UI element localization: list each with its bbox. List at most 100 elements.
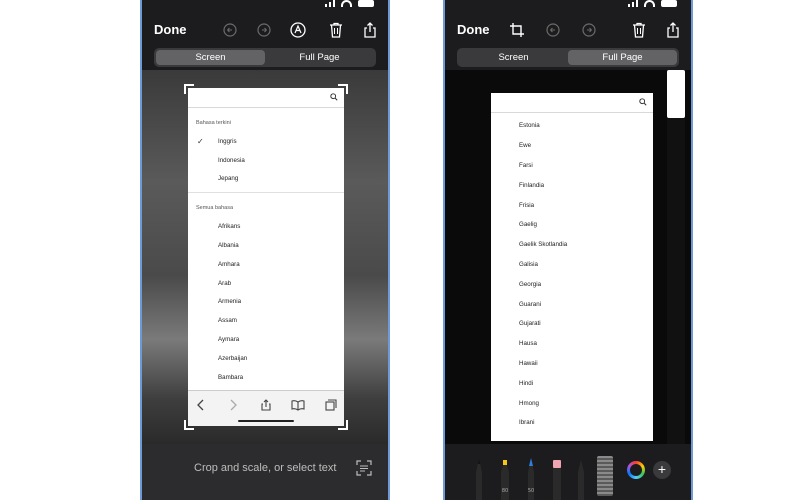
language-label: Indonesia	[218, 156, 245, 164]
wifi-icon	[341, 0, 352, 7]
ruler-tool-icon[interactable]	[597, 456, 613, 496]
all-languages-list: Afrikans Albania Amhara Arab Armenia Assam Aym…	[188, 217, 344, 386]
recent-language-item[interactable]: Indonesia	[188, 151, 344, 170]
crop-icon[interactable]	[507, 20, 527, 40]
language-search-bar[interactable]	[491, 93, 653, 113]
language-label: Jepang	[218, 175, 239, 183]
trash-icon[interactable]	[629, 20, 649, 40]
cellular-signal-icon	[325, 0, 335, 7]
segment-screen[interactable]: Screen	[156, 50, 265, 65]
undo-icon[interactable]	[543, 20, 563, 40]
done-button[interactable]: Done	[457, 22, 490, 37]
eraser-tool-icon[interactable]	[551, 456, 563, 500]
crop-handle-bottom-right[interactable]	[338, 420, 348, 430]
svg-text:80: 80	[502, 488, 508, 494]
bookmarks-icon	[291, 400, 305, 411]
language-search-bar[interactable]	[188, 88, 344, 108]
recent-language-item[interactable]: ✓ Inggris	[188, 132, 344, 151]
redo-icon[interactable]	[254, 20, 274, 40]
page-scroller[interactable]	[667, 70, 685, 444]
checkmark-icon: ✓	[197, 137, 204, 146]
crop-hint-text: Crop and scale, or select text	[194, 462, 337, 474]
status-bar	[628, 0, 677, 10]
right-screenshot-editor: Done Screen Full Page Estonia Ewe Farsi Fin…	[443, 0, 693, 500]
language-item[interactable]: Hausa	[491, 334, 653, 354]
segment-screen[interactable]: Screen	[459, 50, 568, 65]
language-item[interactable]: Afrikans	[188, 217, 344, 236]
language-item[interactable]: Armenia	[188, 293, 344, 312]
language-item[interactable]: Gaelik Skotlandia	[491, 235, 653, 255]
language-item[interactable]: Arab	[188, 274, 344, 293]
screenshot-canvas: Bahasa terkini ✓ Inggris Indonesia Jepang S…	[142, 70, 388, 444]
redo-icon[interactable]	[579, 20, 599, 40]
search-icon	[639, 98, 647, 106]
capture-mode-segmented-control: Screen Full Page	[154, 48, 376, 67]
wifi-icon	[644, 0, 655, 7]
language-item[interactable]: Amhara	[188, 255, 344, 274]
language-item[interactable]: Albania	[188, 236, 344, 255]
capture-mode-segmented-control: Screen Full Page	[457, 48, 679, 67]
live-text-icon[interactable]	[356, 460, 372, 476]
language-item[interactable]: Hmong	[491, 393, 653, 413]
undo-icon[interactable]	[220, 20, 240, 40]
browser-toolbar	[188, 390, 344, 426]
editor-toolbar: Done	[445, 14, 691, 46]
segment-full-page[interactable]: Full Page	[265, 50, 374, 65]
language-item[interactable]: Ewe	[491, 136, 653, 156]
editor-toolbar: Done	[142, 14, 388, 46]
language-item[interactable]: Azerbaijan	[188, 349, 344, 368]
browser-share-icon	[261, 399, 271, 411]
pencil-tool-icon[interactable]: 50	[525, 456, 537, 500]
crop-hint-bar: Crop and scale, or select text	[142, 444, 388, 500]
crop-handle-top-right[interactable]	[338, 84, 348, 94]
trash-icon[interactable]	[326, 20, 346, 40]
home-indicator	[238, 420, 294, 422]
language-item[interactable]: Gujarati	[491, 314, 653, 334]
languages-list: Estonia Ewe Farsi Finlandia Frisia Gaelig Gael…	[491, 116, 653, 433]
battery-icon	[358, 0, 374, 7]
full-page-canvas: Estonia Ewe Farsi Finlandia Frisia Gaelig Gael…	[445, 70, 691, 444]
language-item[interactable]: Finlandia	[491, 175, 653, 195]
add-icon[interactable]: +	[653, 461, 671, 479]
back-icon	[197, 399, 204, 411]
recent-languages-header: Bahasa terkini	[196, 120, 231, 126]
language-item[interactable]: Hindi	[491, 373, 653, 393]
battery-icon	[661, 0, 677, 7]
markup-tool-palette: 80 50 +	[445, 444, 691, 500]
color-wheel-icon[interactable]	[627, 461, 645, 479]
pen-tool-icon[interactable]	[473, 456, 485, 500]
page-scroller-thumb[interactable]	[667, 70, 685, 118]
search-icon	[330, 93, 338, 101]
language-item[interactable]: Georgia	[491, 274, 653, 294]
highlighter-tool-icon[interactable]: 80	[499, 456, 511, 500]
all-languages-header: Semua bahasa	[196, 205, 233, 212]
language-item[interactable]: Estonia	[491, 116, 653, 136]
forward-icon	[230, 399, 237, 411]
share-icon[interactable]	[360, 20, 380, 40]
lasso-tool-icon[interactable]	[575, 456, 587, 500]
share-icon[interactable]	[663, 20, 683, 40]
language-item[interactable]: Gaelig	[491, 215, 653, 235]
language-item[interactable]: Frisia	[491, 195, 653, 215]
language-item[interactable]: Bambara	[188, 368, 344, 387]
done-button[interactable]: Done	[154, 22, 187, 37]
language-label: Inggris	[218, 137, 237, 145]
language-item[interactable]: Aymara	[188, 330, 344, 349]
left-screenshot-editor: Done Screen Full Page Bahasa terkini ✓ In…	[140, 0, 390, 500]
recent-language-item[interactable]: Jepang	[188, 170, 344, 189]
language-item[interactable]: Farsi	[491, 156, 653, 176]
tabs-icon	[325, 399, 337, 411]
cellular-signal-icon	[628, 0, 638, 7]
markup-icon[interactable]	[288, 20, 308, 40]
segment-full-page[interactable]: Full Page	[568, 50, 677, 65]
captured-page: Bahasa terkini ✓ Inggris Indonesia Jepang S…	[188, 88, 344, 426]
recent-languages-list: ✓ Inggris Indonesia Jepang	[188, 132, 344, 188]
language-item[interactable]: Ibrani	[491, 413, 653, 433]
svg-text:50: 50	[528, 488, 534, 494]
language-item[interactable]: Assam	[188, 311, 344, 330]
language-item[interactable]: Galisia	[491, 255, 653, 275]
crop-handle-bottom-left[interactable]	[184, 420, 194, 430]
crop-handle-top-left[interactable]	[184, 84, 194, 94]
language-item[interactable]: Guarani	[491, 294, 653, 314]
language-item[interactable]: Hawaii	[491, 354, 653, 374]
